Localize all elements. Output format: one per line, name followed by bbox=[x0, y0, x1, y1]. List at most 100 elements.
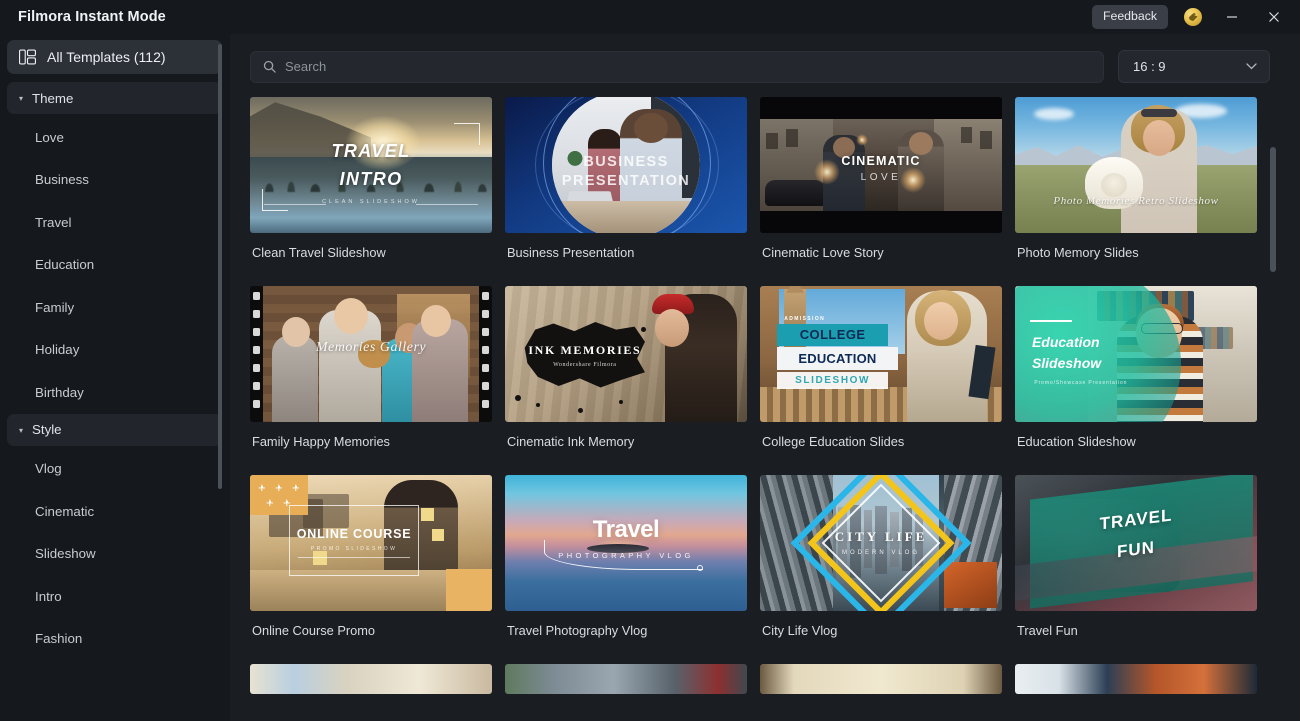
template-thumbnail[interactable] bbox=[250, 664, 492, 694]
template-thumbnail[interactable]: + + + + + ONLINE COURSE PROMO SLIDESHOW bbox=[250, 475, 492, 611]
sidebar-item-family[interactable]: Family bbox=[7, 286, 222, 329]
template-card[interactable]: BUSINESS PRESENTATION Business Presentat… bbox=[505, 97, 747, 278]
template-card[interactable]: CINEMATIC LOVE Cinematic Love Story bbox=[760, 97, 1002, 278]
search-input[interactable] bbox=[285, 59, 1091, 74]
template-card[interactable]: Travel PHOTOGRAPHY VLOG Travel Photograp… bbox=[505, 475, 747, 656]
template-thumbnail[interactable]: CITY LIFE MODERN VLOG bbox=[760, 475, 1002, 611]
thumb-art: TRAVEL INTRO CLEAN SLIDESHOW bbox=[250, 97, 492, 233]
sidebar-item-label: Family bbox=[35, 299, 75, 315]
template-thumbnail[interactable]: INK MEMORIES Wondershare Filmora bbox=[505, 286, 747, 422]
sidebar-scroll-content: All Templates (112) ▾ Theme Love Busines… bbox=[0, 40, 230, 660]
template-thumbnail[interactable]: TRAVEL FUN bbox=[1015, 475, 1257, 611]
templates-panel: 16 : 9 bbox=[230, 34, 1300, 721]
thumb-subtitle-text: PHOTOGRAPHY VLOG bbox=[558, 551, 694, 561]
thumb-title-text: CINEMATIC bbox=[841, 154, 921, 169]
sidebar-item-intro[interactable]: Intro bbox=[7, 575, 222, 618]
template-thumbnail[interactable]: Memories Gallery bbox=[250, 286, 492, 422]
sidebar-item-all-templates[interactable]: All Templates (112) bbox=[7, 40, 222, 74]
thumb-title-text-2: Slideshow bbox=[1031, 355, 1102, 372]
thumb-subtitle-text: Promo/Showcase Presentation bbox=[1034, 379, 1128, 386]
template-card[interactable] bbox=[505, 664, 747, 694]
template-card[interactable]: Photo Memories Retro Slideshow Photo Mem… bbox=[1015, 97, 1257, 278]
sidebar-item-label: Slideshow bbox=[35, 546, 96, 562]
thumb-title-text: TRAVEL bbox=[331, 140, 411, 161]
template-card[interactable]: Memories Gallery Family Happy Memories bbox=[250, 286, 492, 467]
feedback-button[interactable]: Feedback bbox=[1091, 5, 1168, 29]
sidebar-item-label: Business bbox=[35, 172, 89, 188]
sidebar-item-vlog[interactable]: Vlog bbox=[7, 448, 222, 491]
template-title: Online Course Promo bbox=[252, 623, 376, 638]
template-thumbnail[interactable] bbox=[1015, 664, 1257, 694]
thumb-subtitle-text: PROMO SLIDESHOW bbox=[310, 545, 398, 552]
template-thumbnail[interactable]: TRAVEL INTRO CLEAN SLIDESHOW bbox=[250, 97, 492, 233]
sidebar-item-label: Intro bbox=[35, 588, 62, 604]
template-thumbnail[interactable] bbox=[760, 664, 1002, 694]
aspect-ratio-value: 16 : 9 bbox=[1133, 59, 1166, 74]
sidebar-item-fashion[interactable]: Fashion bbox=[7, 618, 222, 661]
thumb-title-text: Education bbox=[1031, 333, 1100, 350]
sidebar-group-style-label: Style bbox=[32, 422, 62, 437]
sidebar-scrollbar-thumb[interactable] bbox=[218, 44, 222, 489]
template-card[interactable]: TRAVEL INTRO CLEAN SLIDESHOW Clean Trave… bbox=[250, 97, 492, 278]
sidebar-item-label: Holiday bbox=[35, 342, 80, 358]
sidebar-item-slideshow[interactable]: Slideshow bbox=[7, 533, 222, 576]
sidebar-group-theme[interactable]: ▾ Theme bbox=[7, 82, 222, 114]
thumb-title-text-2: LOVE bbox=[860, 171, 902, 183]
close-button[interactable] bbox=[1254, 2, 1294, 32]
template-card[interactable] bbox=[250, 664, 492, 694]
sidebar-group-style[interactable]: ▾ Style bbox=[7, 413, 222, 446]
template-thumbnail[interactable]: Education Slideshow Promo/Showcase Prese… bbox=[1015, 286, 1257, 422]
template-title: Business Presentation bbox=[507, 245, 635, 260]
template-card[interactable]: ADMISSION COLLEGE EDUCATION SLIDESHOW Co… bbox=[760, 286, 1002, 467]
sidebar-item-label: Cinematic bbox=[35, 503, 95, 519]
template-card[interactable]: INK MEMORIES Wondershare Filmora Cinemat… bbox=[505, 286, 747, 467]
template-thumbnail[interactable] bbox=[505, 664, 747, 694]
template-card[interactable]: TRAVEL FUN Travel Fun bbox=[1015, 475, 1257, 656]
thumb-art: INK MEMORIES Wondershare Filmora bbox=[505, 286, 747, 422]
template-card[interactable]: Education Slideshow Promo/Showcase Prese… bbox=[1015, 286, 1257, 467]
search-bar[interactable] bbox=[250, 50, 1104, 83]
thumb-art: Memories Gallery bbox=[250, 286, 492, 422]
thumb-art: ADMISSION COLLEGE EDUCATION SLIDESHOW bbox=[760, 286, 1002, 422]
template-card[interactable]: + + + + + ONLINE COURSE PROMO SLIDESHOW Onl… bbox=[250, 475, 492, 656]
thumb-eyebrow-text: ADMISSION bbox=[784, 315, 826, 322]
template-title: Education Slideshow bbox=[1017, 434, 1136, 449]
templates-grid-scroll: TRAVEL INTRO CLEAN SLIDESHOW Clean Trave… bbox=[230, 97, 1300, 721]
thumb-art: BUSINESS PRESENTATION bbox=[505, 97, 747, 233]
aspect-ratio-dropdown[interactable]: 16 : 9 bbox=[1118, 50, 1270, 83]
template-title: Travel Photography Vlog bbox=[507, 623, 648, 638]
thumb-title-text: ONLINE COURSE bbox=[296, 526, 412, 541]
template-card[interactable]: CITY LIFE MODERN VLOG City Life Vlog bbox=[760, 475, 1002, 656]
thumb-title-text-2: INTRO bbox=[339, 169, 403, 190]
template-title: College Education Slides bbox=[762, 434, 905, 449]
window-controls: Feedback bbox=[1091, 2, 1294, 32]
window-body: All Templates (112) ▾ Theme Love Busines… bbox=[0, 34, 1300, 721]
template-title: Travel Fun bbox=[1017, 623, 1078, 638]
thumb-subtitle-text: Wondershare Filmora bbox=[553, 362, 617, 369]
templates-scrollbar-track[interactable] bbox=[1270, 97, 1288, 721]
sidebar-item-love[interactable]: Love bbox=[7, 116, 222, 159]
template-thumbnail[interactable]: Photo Memories Retro Slideshow bbox=[1015, 97, 1257, 233]
template-thumbnail[interactable]: Travel PHOTOGRAPHY VLOG bbox=[505, 475, 747, 611]
sidebar-scrollbar-track[interactable] bbox=[218, 40, 226, 715]
sidebar-item-cinematic[interactable]: Cinematic bbox=[7, 490, 222, 533]
thumb-art: Travel PHOTOGRAPHY VLOG bbox=[505, 475, 747, 611]
minimize-button[interactable] bbox=[1212, 2, 1252, 32]
sidebar-item-label: Fashion bbox=[35, 631, 83, 647]
sidebar-item-business[interactable]: Business bbox=[7, 159, 222, 202]
sidebar-item-education[interactable]: Education bbox=[7, 244, 222, 287]
templates-scrollbar-thumb[interactable] bbox=[1270, 147, 1276, 272]
template-thumbnail[interactable]: ADMISSION COLLEGE EDUCATION SLIDESHOW bbox=[760, 286, 1002, 422]
coin-button[interactable] bbox=[1176, 2, 1210, 32]
sidebar-item-holiday[interactable]: Holiday bbox=[7, 329, 222, 372]
filmora-instant-mode-window: Filmora Instant Mode Feedback All Templa… bbox=[0, 0, 1300, 721]
sidebar-item-birthday[interactable]: Birthday bbox=[7, 371, 222, 414]
sidebar-item-travel[interactable]: Travel bbox=[7, 201, 222, 244]
thumb-title-text: BUSINESS bbox=[583, 154, 669, 171]
template-card[interactable] bbox=[1015, 664, 1257, 694]
template-thumbnail[interactable]: CINEMATIC LOVE bbox=[760, 97, 1002, 233]
template-thumbnail[interactable]: BUSINESS PRESENTATION bbox=[505, 97, 747, 233]
thumb-title-text: CITY LIFE bbox=[834, 529, 928, 545]
template-card[interactable] bbox=[760, 664, 1002, 694]
sidebar-item-label: Birthday bbox=[35, 384, 84, 400]
